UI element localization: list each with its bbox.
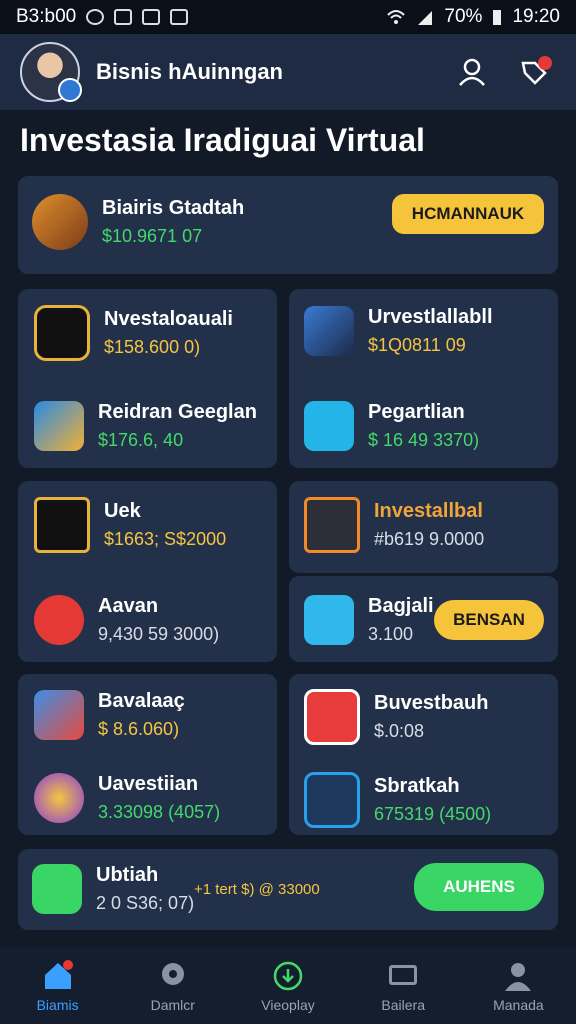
notifications-button[interactable] bbox=[512, 50, 556, 94]
item-name: Reidran Geeglan bbox=[98, 401, 257, 423]
status-left: B3:b00 bbox=[16, 6, 189, 28]
item-value: #b619 9.0000 bbox=[374, 529, 485, 549]
featured-icon bbox=[32, 194, 88, 250]
signal-icon bbox=[418, 11, 433, 25]
investment-icon bbox=[304, 401, 354, 451]
bottom-card[interactable]: Ubtiah 2 0 S36; 07) +1 tert $) @ 33000 A… bbox=[18, 849, 558, 930]
featured-action-button[interactable]: HCMANNAUK bbox=[392, 194, 544, 234]
item-value: $1663; S$2000 bbox=[104, 529, 227, 549]
status-bar: B3:b00 70% 19:20 bbox=[0, 0, 576, 34]
bottom-card-name: Ubtiah bbox=[96, 864, 159, 886]
investment-icon bbox=[304, 772, 360, 828]
user-icon bbox=[459, 58, 485, 86]
chat-icon bbox=[32, 864, 82, 914]
monitor-icon bbox=[389, 965, 418, 985]
list-item[interactable]: Investallbal #b619 9.0000 bbox=[304, 497, 484, 553]
list-item[interactable]: Pegartlian $ 16 49 3370) bbox=[304, 400, 479, 452]
item-value: $158.600 0) bbox=[104, 337, 201, 357]
status-right: 70% 19:20 bbox=[386, 6, 560, 28]
item-name: Aavan bbox=[98, 595, 159, 617]
featured-name: Biairis Gtadtah bbox=[102, 197, 245, 219]
item-name: Pegartlian bbox=[368, 401, 465, 423]
item-name: Sbratkah bbox=[374, 775, 460, 797]
status-time-left: B3:b00 bbox=[16, 6, 77, 27]
list-item[interactable]: Bagjali 3.100 bbox=[304, 594, 434, 646]
notification-icon bbox=[86, 9, 105, 25]
wifi-icon bbox=[387, 10, 406, 24]
nav-item-bailera[interactable]: Bailera bbox=[346, 948, 461, 1024]
item-value: $ 16 49 3370) bbox=[368, 430, 480, 450]
list-item[interactable]: Buvestbauh $.0:08 bbox=[304, 689, 488, 745]
item-value: $176.6, 40 bbox=[98, 430, 184, 450]
investment-icon bbox=[34, 690, 84, 740]
item-value: $.0:08 bbox=[374, 721, 425, 741]
nav-item-biamis[interactable]: Biamis bbox=[0, 948, 115, 1024]
investment-icon bbox=[34, 497, 90, 553]
person-icon bbox=[505, 963, 532, 991]
list-item[interactable]: Bavalaaç $ 8.6.060) bbox=[34, 689, 185, 741]
bottom-card-button[interactable]: AUHENS bbox=[414, 863, 544, 911]
list-item[interactable]: Uek $1663; S$2000 bbox=[34, 497, 226, 553]
business-name: Bisnis hAuinngan bbox=[96, 59, 283, 84]
gmail-icon bbox=[142, 9, 161, 25]
profile-button[interactable] bbox=[450, 50, 494, 94]
investment-icon bbox=[34, 773, 84, 823]
bottom-navigation: Biamis Damlcr Vieoplay Bailera Manada bbox=[0, 948, 576, 1024]
item-name: Bavalaaç bbox=[98, 690, 185, 712]
item-value: $ 8.6.060) bbox=[98, 719, 180, 739]
camera-icon bbox=[114, 9, 133, 25]
image-icon bbox=[170, 9, 189, 25]
investment-icon bbox=[304, 497, 360, 553]
verified-badge-icon bbox=[58, 78, 82, 102]
item-value: 3.33098 (4057) bbox=[98, 802, 221, 822]
bottom-card-extra: +1 tert $) @ 33000 bbox=[194, 881, 320, 898]
notification-dot bbox=[538, 56, 552, 70]
location-icon bbox=[161, 963, 184, 985]
dollar-icon bbox=[34, 595, 84, 645]
battery-percent: 70% bbox=[444, 6, 483, 27]
briefcase-icon bbox=[304, 595, 354, 645]
list-item[interactable]: Nvestaloauali $158.600 0) bbox=[34, 305, 233, 361]
featured-value: $10.9671 07 bbox=[102, 226, 203, 246]
item-value: $1Q0811 09 bbox=[368, 335, 466, 355]
item-name: Uek bbox=[104, 500, 141, 522]
download-icon bbox=[273, 961, 303, 991]
featured-card[interactable]: Biairis Gtadtah $10.9671 07 HCMANNAUK bbox=[18, 176, 558, 274]
list-item[interactable]: Aavan 9,430 59 3000) bbox=[34, 594, 219, 646]
list-item[interactable]: Urvestlallabll $1Q0811 09 bbox=[304, 305, 493, 357]
item-name: Uavestiian bbox=[98, 773, 199, 795]
page-title: Investasia Iradiguai Virtual bbox=[20, 122, 425, 158]
avatar[interactable] bbox=[20, 42, 82, 102]
bottom-card-value: 2 0 S36; 07) bbox=[96, 893, 195, 913]
home-icon bbox=[44, 960, 73, 989]
nav-label: Manada bbox=[493, 997, 544, 1013]
nav-label: Vieoplay bbox=[261, 997, 315, 1013]
item-value: 3.100 bbox=[368, 624, 414, 644]
investment-icon bbox=[304, 306, 354, 356]
investment-icon bbox=[34, 305, 90, 361]
investment-icon bbox=[304, 689, 360, 745]
nav-item-vieoplay[interactable]: Vieoplay bbox=[230, 948, 345, 1024]
item-value: 9,430 59 3000) bbox=[98, 624, 220, 644]
nav-item-manada[interactable]: Manada bbox=[461, 948, 576, 1024]
item-name: Bagjali bbox=[368, 595, 434, 617]
nav-label: Damlcr bbox=[150, 997, 195, 1013]
investment-icon bbox=[34, 401, 84, 451]
list-item[interactable]: Uavestiian 3.33098 (4057) bbox=[34, 772, 220, 824]
nav-label: Biamis bbox=[36, 997, 79, 1013]
item-name: Nvestaloauali bbox=[104, 308, 233, 330]
list-item[interactable]: Reidran Geeglan $176.6, 40 bbox=[34, 400, 257, 452]
app-header: Bisnis hAuinngan bbox=[0, 34, 576, 110]
battery-icon bbox=[493, 10, 502, 25]
nav-label: Bailera bbox=[381, 997, 425, 1013]
nav-item-damlcr[interactable]: Damlcr bbox=[115, 948, 230, 1024]
bagjali-button[interactable]: BENSAN bbox=[434, 600, 544, 640]
item-name: Urvestlallabll bbox=[368, 306, 493, 328]
status-time: 19:20 bbox=[512, 6, 560, 27]
item-value: 675319 (4500) bbox=[374, 804, 492, 824]
list-item[interactable]: Sbratkah 675319 (4500) bbox=[304, 772, 491, 828]
item-name: Investallbal bbox=[374, 500, 483, 522]
item-name: Buvestbauh bbox=[374, 692, 489, 714]
